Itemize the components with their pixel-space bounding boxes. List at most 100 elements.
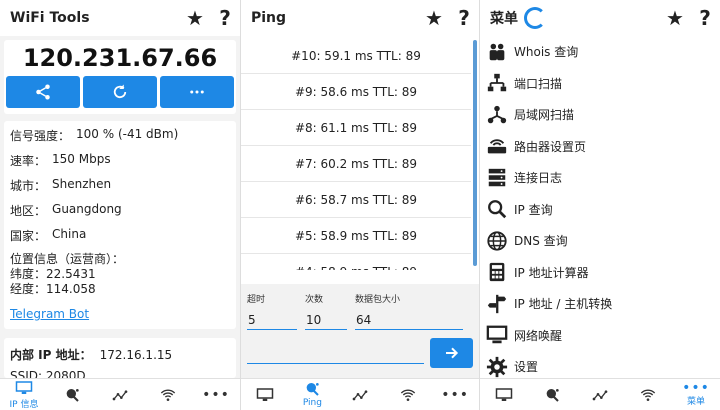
ping-result-item: #8: 61.1 ms TTL: 89 bbox=[241, 110, 471, 146]
tab-menu[interactable]: ••• 菜单 bbox=[674, 379, 718, 410]
menu-item-label: 局域网扫描 bbox=[514, 108, 575, 123]
tab-ping[interactable] bbox=[50, 379, 94, 410]
app-title: WiFi Tools bbox=[10, 10, 90, 26]
menu-item[interactable]: 路由器设置页 bbox=[480, 131, 720, 163]
ping-results-list[interactable]: #10: 59.1 ms TTL: 89 #9: 58.6 ms TTL: 89 #… bbox=[241, 38, 471, 270]
monitor-icon bbox=[495, 387, 513, 401]
city-label: 城市： bbox=[10, 179, 47, 193]
graph-icon bbox=[112, 389, 128, 400]
ping-result-item: #7: 60.2 ms TTL: 89 bbox=[241, 146, 471, 182]
ping-result-item: #4: 58.9 ms TTL: 89 bbox=[241, 254, 471, 271]
loading-spinner-icon bbox=[524, 7, 546, 29]
start-ping-button[interactable] bbox=[430, 338, 473, 368]
graph-icon bbox=[592, 389, 608, 400]
longitude-value: 114.058 bbox=[46, 282, 96, 296]
scrollbar[interactable] bbox=[473, 40, 477, 266]
signpost-icon bbox=[484, 291, 510, 317]
menu-item[interactable]: 端口扫描 bbox=[480, 68, 720, 100]
menu-item-label: 路由器设置页 bbox=[514, 139, 587, 154]
menu-item-label: 端口扫描 bbox=[514, 76, 563, 91]
region-value: Guangdong bbox=[52, 202, 122, 216]
router-icon bbox=[484, 133, 510, 159]
longitude-row: 经度：114.058 bbox=[10, 282, 230, 297]
country-label: 国家： bbox=[10, 229, 47, 243]
rate-row: 速率： 150 Mbps bbox=[10, 152, 230, 169]
help-icon[interactable]: ? bbox=[210, 3, 240, 33]
menu-item[interactable]: IP 地址计算器 bbox=[480, 257, 720, 289]
count-input[interactable] bbox=[305, 311, 347, 330]
tab-wifi[interactable] bbox=[626, 379, 670, 410]
count-label: 次数 bbox=[305, 295, 324, 305]
menu-screen: 菜单 ★ ? Whois 查询端口扫描局域网扫描路由器设置页连接日志 IP 查询 D… bbox=[480, 0, 720, 410]
rate-label: 速率： bbox=[10, 154, 47, 168]
tab-ping[interactable] bbox=[530, 379, 574, 410]
top-bar: WiFi Tools ★ ? bbox=[0, 0, 240, 36]
ping-result-item: #9: 58.6 ms TTL: 89 bbox=[241, 74, 471, 110]
globe-icon bbox=[484, 228, 510, 254]
wifi-icon bbox=[640, 389, 656, 401]
menu-item[interactable]: IP 地址 / 主机转换 bbox=[480, 288, 720, 320]
menu-item[interactable]: 连接日志 bbox=[480, 162, 720, 194]
tab-ip-info[interactable] bbox=[482, 379, 526, 410]
people-icon bbox=[484, 39, 510, 65]
share-button[interactable] bbox=[6, 76, 80, 108]
ip-actions bbox=[4, 72, 236, 108]
timeout-field-group: 超时 bbox=[247, 292, 297, 330]
ping-result-item: #10: 59.1 ms TTL: 89 bbox=[241, 38, 471, 74]
tab-graph[interactable] bbox=[338, 379, 382, 410]
bottom-nav: IP 信息 ••• bbox=[0, 378, 240, 410]
top-bar: Ping ★ ? bbox=[241, 0, 479, 36]
screen-title: 菜单 bbox=[490, 11, 518, 27]
tab-wifi[interactable] bbox=[386, 379, 430, 410]
help-icon[interactable]: ? bbox=[449, 3, 479, 33]
share-icon bbox=[36, 84, 50, 100]
menu-item-label: IP 地址 / 主机转换 bbox=[514, 297, 613, 312]
refresh-button[interactable] bbox=[83, 76, 157, 108]
telegram-bot-link[interactable]: Telegram Bot bbox=[10, 307, 89, 321]
location-label: 位置信息（运营商）： bbox=[10, 252, 125, 266]
menu-dots-icon: ••• bbox=[202, 386, 230, 403]
screens: WiFi Tools ★ ? 120.231.67.66 信号强度： 100 % … bbox=[0, 0, 720, 410]
star-icon[interactable]: ★ bbox=[660, 3, 690, 33]
bottom-nav: Ping ••• bbox=[241, 378, 479, 410]
timeout-label: 超时 bbox=[247, 295, 266, 305]
menu-item[interactable]: 网络唤醒 bbox=[480, 320, 720, 352]
star-icon[interactable]: ★ bbox=[419, 3, 449, 33]
signal-label: 信号强度： bbox=[10, 129, 71, 143]
menu-item-label: 设置 bbox=[514, 360, 539, 375]
tab-ping[interactable]: Ping bbox=[290, 379, 334, 410]
tab-ip-info[interactable]: IP 信息 bbox=[2, 379, 46, 410]
connection-info-card: 信号强度： 100 % (-41 dBm) 速率： 150 Mbps 城市： Shen… bbox=[4, 121, 236, 329]
latitude-label: 纬度： bbox=[10, 267, 47, 281]
wifi-icon bbox=[160, 389, 176, 401]
region-row: 地区： Guangdong bbox=[10, 202, 230, 219]
host-input[interactable] bbox=[247, 342, 424, 364]
menu-item[interactable]: DNS 查询 bbox=[480, 225, 720, 257]
tab-graph[interactable] bbox=[98, 379, 142, 410]
menu-item[interactable]: IP 查询 bbox=[480, 194, 720, 226]
star-icon[interactable]: ★ bbox=[180, 3, 210, 33]
public-ip: 120.231.67.66 bbox=[22, 44, 218, 72]
tab-wifi[interactable] bbox=[146, 379, 190, 410]
computer-icon bbox=[484, 322, 510, 348]
refresh-icon bbox=[113, 84, 127, 99]
menu-item[interactable]: 设置 bbox=[480, 351, 720, 378]
tab-menu[interactable]: ••• bbox=[433, 379, 477, 410]
tab-graph[interactable] bbox=[578, 379, 622, 410]
tab-ip-info[interactable] bbox=[243, 379, 287, 410]
packet-size-input[interactable] bbox=[355, 311, 463, 330]
ping-pong-icon bbox=[66, 388, 79, 402]
bottom-nav: ••• 菜单 bbox=[480, 378, 720, 410]
tab-menu-label: 菜单 bbox=[686, 396, 705, 407]
monitor-icon bbox=[256, 387, 274, 401]
lan-icon bbox=[484, 102, 510, 128]
menu-item[interactable]: Whois 查询 bbox=[480, 36, 720, 68]
help-icon[interactable]: ? bbox=[690, 3, 720, 33]
tab-menu[interactable]: ••• bbox=[194, 379, 238, 410]
country-row: 国家： China bbox=[10, 227, 230, 244]
menu-item[interactable]: 局域网扫描 bbox=[480, 99, 720, 131]
server-icon bbox=[484, 165, 510, 191]
menu-item-label: IP 地址计算器 bbox=[514, 265, 589, 280]
timeout-input[interactable] bbox=[247, 311, 297, 330]
more-button[interactable] bbox=[160, 76, 234, 108]
